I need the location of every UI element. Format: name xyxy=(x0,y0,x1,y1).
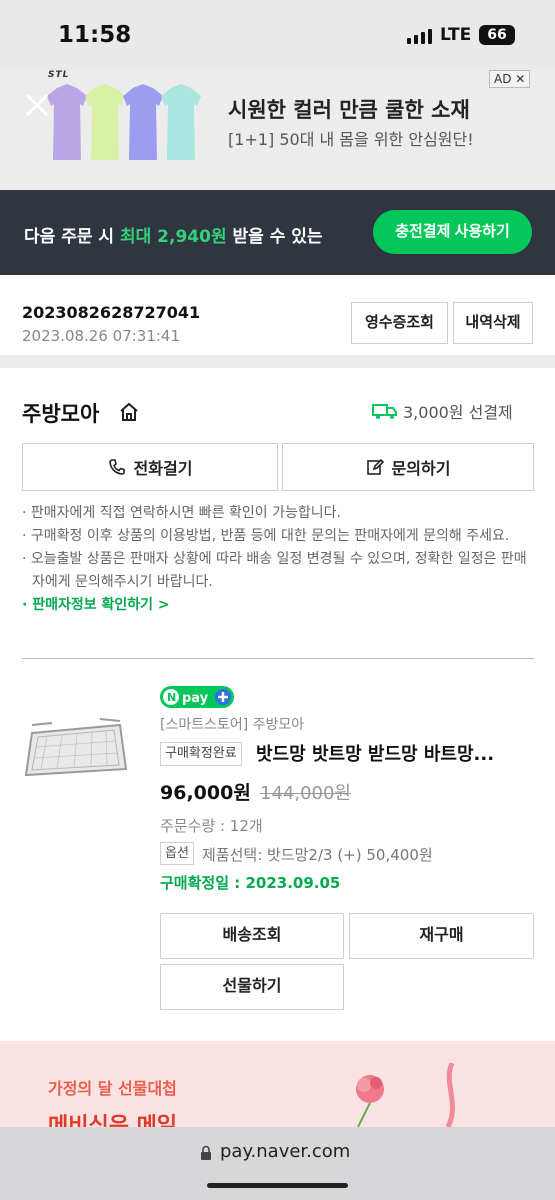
charge-pay-button[interactable]: 충전결제 사용하기 xyxy=(373,210,532,254)
ad-title: 시원한 컬러 만큼 쿨한 소재 xyxy=(228,98,470,122)
tshirt-shape xyxy=(123,84,163,160)
order-header: 2023082628727041 2023.08.26 07:31:41 영수증… xyxy=(0,275,555,355)
gift-button[interactable]: 선물하기 xyxy=(160,964,344,1010)
product-title[interactable]: 밧드망 밧트망 받드망 바트망... xyxy=(256,740,536,766)
order-date: 2023.08.26 07:31:41 xyxy=(22,327,181,345)
notice-line: · 오늘출발 상품은 판매자 상황에 따라 배송 일정 변경될 수 있으며, 정… xyxy=(22,551,527,590)
url-text[interactable]: pay.naver.com xyxy=(220,1141,350,1162)
order-status-badge: 구매확정완료 xyxy=(160,742,242,766)
svg-text:N: N xyxy=(167,691,176,704)
ad-banner[interactable]: STL 시원한 컬러 만큼 쿨한 소재 [1+1] 50대 내 몸을 위한 안심… xyxy=(0,70,555,190)
tshirts-image xyxy=(47,84,201,160)
status-time: 11:58 xyxy=(58,22,132,48)
promo-banner[interactable]: 가정의 달 선물대첩 메비식은 메일 xyxy=(0,1041,555,1127)
product-price: 96,000원 xyxy=(160,782,251,804)
rebuy-button[interactable]: 재구매 xyxy=(349,913,534,959)
svg-text:pay: pay xyxy=(182,691,209,706)
cashback-suffix: 받을 수 있는 xyxy=(226,227,323,247)
promo-title: 가정의 달 선물대첩 xyxy=(48,1079,177,1098)
notice-line: · 판매자에게 직접 연락하시면 빠른 확인이 가능합니다. xyxy=(22,505,341,521)
store-card: 주방모아 3,000원 선결제 전화걸기 문의하기 · 판매자에게 직접 연락하… xyxy=(0,368,555,1041)
cashback-prefix: 다음 주문 시 xyxy=(24,227,120,247)
status-bar: 11:58 LTE 66 xyxy=(0,0,555,70)
tshirt-shape xyxy=(161,84,201,160)
ad-subtitle: [1+1] 50대 내 몸을 위한 안심원단! xyxy=(228,130,474,149)
inquiry-label: 문의하기 xyxy=(391,461,451,478)
store-name[interactable]: 주방모아 xyxy=(22,398,99,428)
seller-notice: · 판매자에게 직접 연락하시면 빠른 확인이 가능합니다. · 구매확정 이후… xyxy=(22,502,537,617)
seller-info-link[interactable]: · 판매자정보 확인하기 > xyxy=(22,594,537,617)
truck-icon xyxy=(372,404,397,419)
call-button[interactable]: 전화걸기 xyxy=(22,443,278,491)
home-indicator[interactable] xyxy=(207,1183,348,1188)
order-number: 2023082628727041 xyxy=(22,303,201,322)
tshirt-shape xyxy=(85,84,125,160)
cashback-text: 다음 주문 시 최대 2,940원 받을 수 있는 xyxy=(24,222,323,247)
receipt-button[interactable]: 영수증조회 xyxy=(351,302,448,344)
tshirt-shape xyxy=(47,84,87,160)
product-image[interactable] xyxy=(22,713,130,783)
phone-icon xyxy=(108,459,125,475)
cashback-amount: 최대 2,940원 xyxy=(119,227,227,247)
product-original-price: 144,000원 xyxy=(260,783,351,804)
product-store-tag[interactable]: [스마트스토어] 주방모아 xyxy=(160,714,304,734)
cashback-banner: 다음 주문 시 최대 2,940원 받을 수 있는 충전결제 사용하기 xyxy=(0,190,555,275)
purchase-confirm-date: 구매확정일 : 2023.09.05 xyxy=(160,874,341,892)
ad-badge[interactable]: AD ✕ xyxy=(489,70,531,88)
store-home-icon[interactable] xyxy=(118,401,140,423)
battery-icon: 66 xyxy=(479,25,515,45)
notice-line: · 구매확정 이후 상품의 이용방법, 반품 등에 대한 문의는 판매자에게 문… xyxy=(22,528,510,544)
carnation-image xyxy=(356,1063,455,1127)
section-gap xyxy=(0,355,555,368)
shipping-fee: 3,000원 선결제 xyxy=(403,403,513,422)
edit-icon xyxy=(366,458,384,475)
network-label: LTE xyxy=(440,25,472,45)
order-quantity: 주문수량 : 12개 xyxy=(160,817,263,835)
inquiry-button[interactable]: 문의하기 xyxy=(282,443,534,491)
ad-brand-logo: STL xyxy=(48,70,70,80)
track-delivery-button[interactable]: 배송조회 xyxy=(160,913,344,959)
delete-history-button[interactable]: 내역삭제 xyxy=(453,302,533,344)
signal-icon xyxy=(407,28,432,44)
close-icon[interactable] xyxy=(24,92,50,118)
divider xyxy=(22,658,534,659)
npay-plus-badge: N pay xyxy=(160,686,234,708)
option-tag: 옵션 xyxy=(160,842,194,865)
option-text: 제품선택: 밧드망2/3 (+) 50,400원 xyxy=(202,846,433,864)
call-label: 전화걸기 xyxy=(133,461,193,478)
browser-url-bar[interactable]: pay.naver.com xyxy=(0,1127,555,1200)
promo-headline: 메비식은 메일 xyxy=(48,1114,178,1127)
lock-icon xyxy=(201,1145,211,1160)
